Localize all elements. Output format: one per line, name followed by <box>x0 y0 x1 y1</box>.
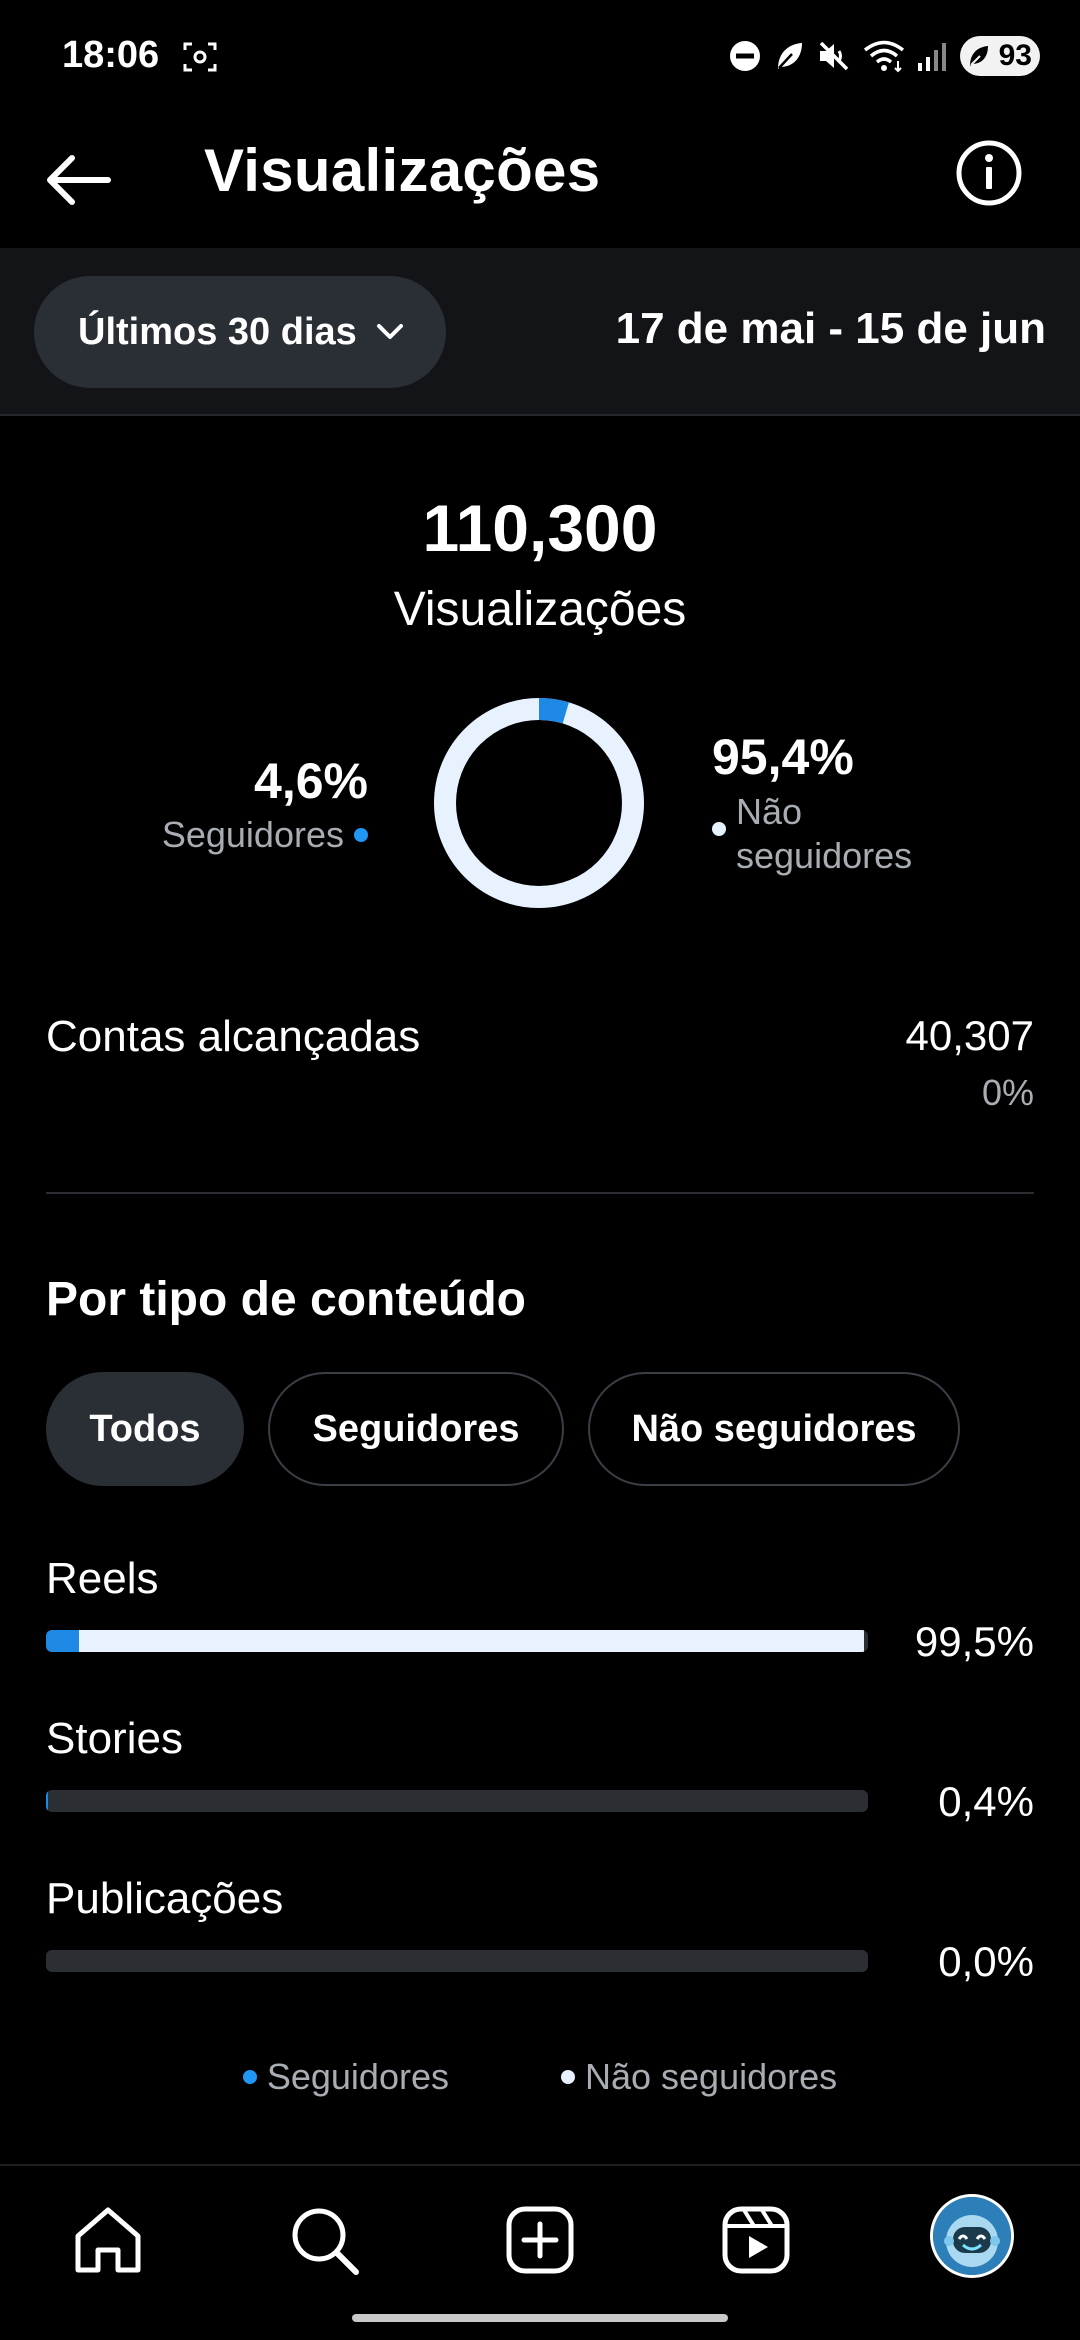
followers-label: Seguidores <box>161 814 344 855</box>
home-indicator <box>352 2314 728 2322</box>
legend-non-followers-dot-icon <box>560 2070 575 2084</box>
battery-level: 93 <box>998 39 1032 72</box>
followers-dot-icon <box>354 828 368 842</box>
total-views-value: 110,300 <box>422 491 658 565</box>
chart-legend: Seguidores Não seguidores <box>0 2056 1080 2098</box>
chevron-down-icon <box>376 324 403 339</box>
stories-followers-segment <box>46 1790 48 1812</box>
non-followers-dot-icon <box>712 822 726 836</box>
non-followers-stat: 95,4% Não seguidores <box>712 728 946 878</box>
robot-avatar-icon <box>933 2197 1011 2275</box>
non-followers-percentage: 95,4% <box>712 729 854 785</box>
create-icon[interactable] <box>502 2202 578 2278</box>
battery-icon: 93 <box>960 36 1040 76</box>
category-bar-posts <box>46 1950 868 1972</box>
date-range-dropdown[interactable]: Últimos 30 dias <box>34 276 446 388</box>
category-pct-posts: 0,0% <box>938 1938 1034 1985</box>
app-header: Visualizações <box>0 116 1080 248</box>
section-divider <box>46 1192 1034 1194</box>
battery-saver-leaf-icon <box>970 46 988 66</box>
filter-chip-non-followers[interactable]: Não seguidores <box>588 1372 960 1486</box>
followers-stat: 4,6% Seguidores <box>162 752 368 856</box>
category-bar-stories <box>46 1790 868 1812</box>
followers-percentage: 4,6% <box>254 753 368 809</box>
profile-avatar[interactable] <box>930 2194 1014 2278</box>
screenshot-icon <box>183 42 217 72</box>
non-followers-label: Não seguidores <box>736 791 913 876</box>
info-icon[interactable] <box>954 138 1024 208</box>
home-icon[interactable] <box>70 2202 146 2278</box>
date-range-dropdown-label: Últimos 30 dias <box>78 310 357 353</box>
status-bar: 18:06 93 <box>0 0 1080 116</box>
reels-icon[interactable] <box>718 2202 794 2278</box>
views-donut-chart <box>434 698 644 908</box>
category-bar-reels <box>46 1630 868 1652</box>
signal-icon <box>918 43 946 71</box>
legend-followers-dot-icon <box>242 2070 257 2084</box>
filter-chip-all[interactable]: Todos <box>46 1372 244 1486</box>
do-not-disturb-icon <box>730 41 760 71</box>
status-time: 18:06 <box>62 34 160 76</box>
legend-non-followers-label: Não seguidores <box>584 2056 838 2097</box>
accounts-reached-change: 0% <box>981 1072 1034 1113</box>
category-pct-reels: 99,5% <box>914 1618 1034 1665</box>
filter-chip-followers[interactable]: Seguidores <box>268 1372 564 1486</box>
category-label-stories: Stories <box>46 1714 183 1763</box>
reels-non-followers-segment <box>78 1630 864 1652</box>
date-filter-bar: Últimos 30 dias 17 de mai - 15 de jun <box>0 248 1080 416</box>
wifi-icon <box>863 40 905 73</box>
accounts-reached-label: Contas alcançadas <box>46 1012 421 1061</box>
non-followers-label-row: Não seguidores <box>712 790 946 878</box>
search-icon[interactable] <box>286 2202 362 2278</box>
reels-followers-segment <box>46 1630 79 1652</box>
leaf-icon <box>778 43 802 69</box>
total-views-label: Visualizações <box>393 583 687 636</box>
category-label-reels: Reels <box>46 1554 159 1603</box>
mute-icon <box>819 41 849 71</box>
donut-non-followers-ring <box>434 698 644 908</box>
content-type-title: Por tipo de conteúdo <box>46 1273 526 1326</box>
status-icons: 93 <box>728 36 1040 76</box>
legend-followers: Seguidores <box>242 2056 449 2098</box>
followers-label-row: Seguidores <box>162 814 368 856</box>
category-label-posts: Publicações <box>46 1874 284 1923</box>
category-pct-stories: 0,4% <box>938 1778 1034 1825</box>
legend-non-followers: Não seguidores <box>560 2056 838 2098</box>
accounts-reached-value: 40,307 <box>905 1012 1034 1059</box>
page-title: Visualizações <box>204 137 601 204</box>
legend-followers-label: Seguidores <box>266 2056 449 2097</box>
arrow-left-icon[interactable] <box>42 150 114 210</box>
date-range-text: 17 de mai - 15 de jun <box>615 304 1046 353</box>
